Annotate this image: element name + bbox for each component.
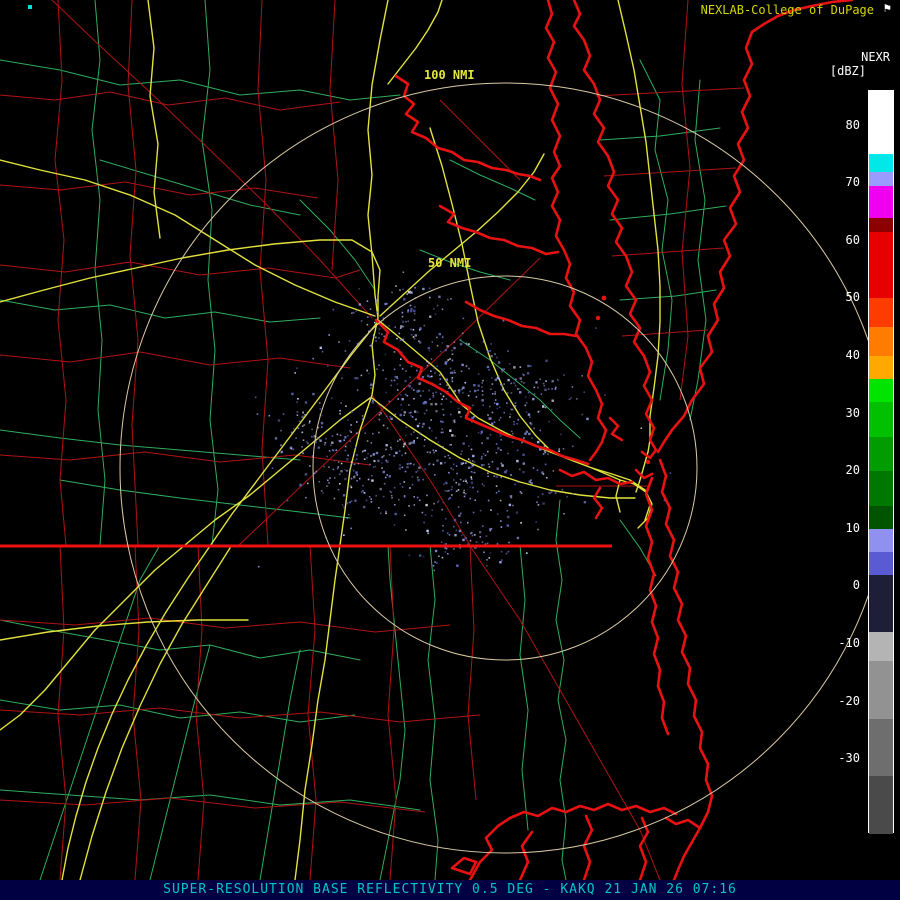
- map-highways: [0, 0, 661, 880]
- colorbar-segment: [869, 471, 893, 506]
- colorbar-tick: -10: [838, 635, 860, 650]
- map-coastline: [374, 0, 854, 880]
- colorbar-tick: 10: [845, 520, 860, 535]
- attribution-text: NEXLAB-College of DuPage: [700, 3, 874, 17]
- radar-display: NEXLAB-College of DuPage ⚑ NEXR [dBZ] 10…: [0, 0, 900, 900]
- colorbar-tick-labels: 80 70 60 50 40 30 20 10 0 -10 -20 -30: [812, 90, 860, 833]
- range-ring-50-label: 50 NMI: [428, 256, 472, 270]
- reflectivity-colorbar: [868, 90, 894, 834]
- map-secondary-roads: [0, 0, 727, 880]
- map-marker-cyan: [28, 5, 32, 9]
- colorbar-segment: [869, 436, 893, 472]
- colorbar-segment: [869, 171, 893, 187]
- product-caption: SUPER-RESOLUTION BASE REFLECTIVITY 0.5 D…: [0, 880, 900, 900]
- colorbar-tick: 0: [852, 578, 860, 593]
- colorbar-segment: [869, 298, 893, 328]
- colorbar-tick: 40: [845, 347, 860, 362]
- colorbar-segment: [869, 217, 893, 233]
- range-ring-100: [119, 82, 891, 854]
- map-county-lines: [0, 0, 745, 880]
- colorbar-tick: 60: [845, 232, 860, 247]
- colorbar-segment: [869, 632, 893, 662]
- colorbar-segment: [869, 355, 893, 379]
- range-ring-50: [312, 275, 698, 661]
- colorbar-segment: [869, 505, 893, 529]
- colorbar-segment: [869, 154, 893, 172]
- colorbar-tick: -20: [838, 693, 860, 708]
- colorbar-segment: [869, 402, 893, 437]
- range-rings: [119, 82, 891, 854]
- colorbar-tick: 30: [845, 405, 860, 420]
- radar-echo-layer: [254, 271, 672, 572]
- colorbar-tick: 20: [845, 463, 860, 478]
- colorbar-segment: [869, 551, 893, 575]
- colorbar-segment: [869, 327, 893, 356]
- colorbar-segment: [869, 186, 893, 218]
- range-ring-100-label: 100 NMI: [424, 68, 475, 82]
- cod-flag-icon: ⚑: [883, 1, 891, 15]
- colorbar-segment: [869, 661, 893, 719]
- colorbar-tick: 80: [845, 117, 860, 132]
- colorbar-segment: [869, 718, 893, 777]
- product-code-label: NEXR: [861, 50, 890, 64]
- colorbar-segment: [869, 232, 893, 299]
- colorbar-segment: [869, 378, 893, 403]
- colorbar-tick: -30: [838, 751, 860, 766]
- radar-map: [0, 0, 891, 880]
- colorbar-tick: 50: [845, 290, 860, 305]
- units-label: [dBZ]: [829, 64, 866, 78]
- colorbar-segment: [869, 776, 893, 834]
- colorbar-tick: 70: [845, 175, 860, 190]
- colorbar-segment: [869, 574, 893, 633]
- colorbar-segment: [869, 91, 893, 155]
- colorbar-segment: [869, 528, 893, 552]
